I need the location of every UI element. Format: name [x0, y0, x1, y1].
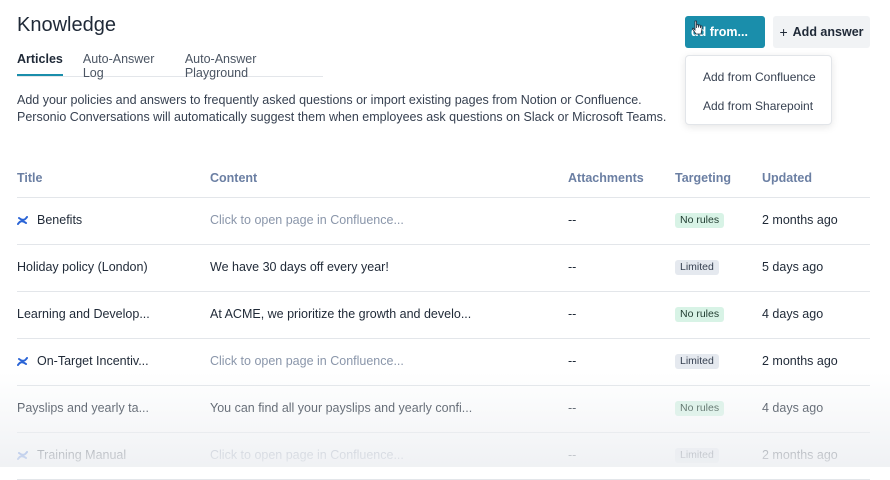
table-row[interactable]: Training Manual Click to open page in Con…: [17, 433, 870, 480]
dropdown-item-confluence[interactable]: Add from Confluence: [703, 70, 816, 84]
targeting-badge: No rules: [675, 401, 725, 416]
targeting-badge: Limited: [675, 354, 719, 369]
dropdown-item-sharepoint[interactable]: Add from Sharepoint: [703, 99, 813, 113]
row-attachments: --: [568, 307, 577, 321]
confluence-icon: [17, 451, 28, 460]
description-line-1: Add your policies and answers to frequen…: [17, 93, 642, 107]
row-title[interactable]: Benefits: [37, 213, 82, 227]
table-row[interactable]: On-Target Incentiv... Click to open page …: [17, 339, 870, 386]
row-title[interactable]: On-Target Incentiv...: [37, 354, 149, 368]
row-content[interactable]: Click to open page in Confluence...: [210, 354, 404, 368]
table-header: Title Content Attachments Targeting Upda…: [17, 160, 870, 198]
add-from-dropdown: Add from Confluence Add from Sharepoint: [685, 55, 832, 125]
row-content[interactable]: Click to open page in Confluence...: [210, 213, 404, 227]
table-row[interactable]: Learning and Develop... At ACME, we prior…: [17, 292, 870, 339]
row-content[interactable]: You can find all your payslips and yearl…: [210, 401, 472, 415]
tab-auto-answer-playground[interactable]: Auto-Answer Playground: [185, 50, 303, 80]
table-row[interactable]: Benefits Click to open page in Confluence…: [17, 198, 870, 245]
tab-articles[interactable]: Articles: [17, 50, 63, 76]
row-updated: 2 months ago: [762, 354, 838, 368]
row-attachments: --: [568, 401, 577, 415]
row-attachments: --: [568, 213, 577, 227]
row-attachments: --: [568, 354, 577, 368]
row-title[interactable]: Learning and Develop...: [17, 307, 150, 321]
column-header-attachments[interactable]: Attachments: [568, 171, 644, 185]
row-updated: 2 months ago: [762, 213, 838, 227]
tab-bar: Articles Auto-Answer Log Auto-Answer Pla…: [17, 50, 323, 80]
row-content[interactable]: Click to open page in Confluence...: [210, 448, 404, 462]
plus-icon: +: [779, 24, 788, 40]
targeting-badge: Limited: [675, 448, 719, 463]
page-description: Add your policies and answers to frequen…: [17, 92, 677, 126]
targeting-badge: No rules: [675, 213, 725, 228]
row-title[interactable]: Holiday policy (London): [17, 260, 148, 274]
confluence-icon: [17, 216, 28, 225]
row-content[interactable]: We have 30 days off every year!: [210, 260, 389, 274]
row-content[interactable]: At ACME, we prioritize the growth and de…: [210, 307, 471, 321]
targeting-badge: No rules: [675, 307, 725, 322]
page-title: Knowledge: [17, 14, 116, 36]
table-row[interactable]: Payslips and yearly ta... You can find al…: [17, 386, 870, 433]
column-header-targeting[interactable]: Targeting: [675, 171, 731, 185]
tab-auto-answer-log[interactable]: Auto-Answer Log: [83, 50, 165, 80]
table-body: Benefits Click to open page in Confluence…: [17, 198, 870, 480]
row-attachments: --: [568, 260, 577, 274]
add-answer-button[interactable]: + Add answer: [773, 16, 870, 48]
table-row[interactable]: Holiday policy (London) We have 30 days o…: [17, 245, 870, 292]
column-header-updated[interactable]: Updated: [762, 171, 812, 185]
confluence-icon: [17, 357, 28, 366]
row-attachments: --: [568, 448, 577, 462]
description-line-2: Personio Conversations will automaticall…: [17, 110, 667, 124]
row-updated: 2 months ago: [762, 448, 838, 462]
targeting-badge: Limited: [675, 260, 719, 275]
row-updated: 4 days ago: [762, 401, 824, 415]
add-answer-label: Add answer: [792, 25, 864, 39]
row-title[interactable]: Training Manual: [37, 448, 126, 462]
column-header-title[interactable]: Title: [17, 171, 42, 185]
row-updated: 5 days ago: [762, 260, 824, 274]
mouse-cursor-icon: [692, 20, 703, 35]
articles-table: Title Content Attachments Targeting Upda…: [17, 160, 870, 480]
row-title[interactable]: Payslips and yearly ta...: [17, 401, 149, 415]
column-header-content[interactable]: Content: [210, 171, 257, 185]
row-updated: 4 days ago: [762, 307, 824, 321]
